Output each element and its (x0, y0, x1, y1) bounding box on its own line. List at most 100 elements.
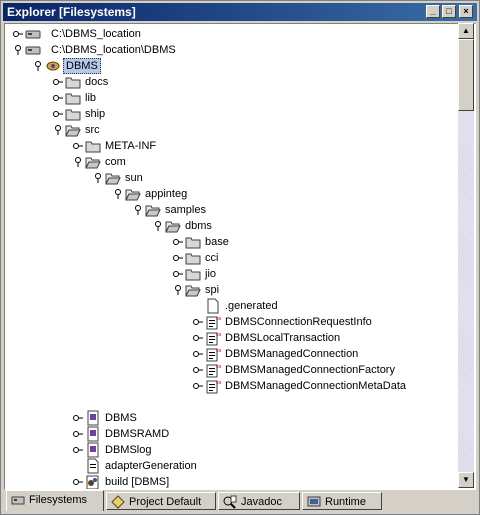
open-folder-icon (65, 125, 81, 137)
open-folder-icon (165, 221, 181, 233)
collapsed-toggle-icon[interactable] (73, 445, 83, 455)
tree-node-label: cci (205, 252, 219, 264)
tree-node-label: base (205, 236, 229, 248)
scroll-thumb[interactable] (458, 39, 474, 111)
jar-icon (87, 410, 99, 426)
svg-text:ssf: ssf (216, 332, 221, 338)
folder-icon (65, 93, 81, 105)
folder-icon (65, 109, 81, 121)
expanded-toggle-icon[interactable] (153, 221, 163, 231)
tree-node-label: adapterGeneration (105, 460, 197, 472)
title-bar[interactable]: Explorer [Filesystems] _ □ × (3, 3, 477, 21)
tree-node-label: src (85, 124, 100, 136)
collapsed-toggle-icon[interactable] (193, 349, 203, 359)
svg-text:ssf: ssf (216, 380, 221, 386)
explorer-window: Explorer [Filesystems] _ □ × C:\DBMS_loc… (0, 0, 480, 515)
text-file-icon (87, 458, 99, 474)
collapsed-toggle-icon[interactable] (53, 77, 63, 87)
filesystem-tree[interactable]: C:\DBMS_location C:\DBMS_location\DBMS DBM… (4, 23, 476, 490)
expanded-toggle-icon[interactable] (133, 205, 143, 215)
tab-project-default[interactable]: Project Default (106, 492, 216, 510)
expanded-toggle-icon[interactable] (73, 157, 83, 167)
collapsed-toggle-icon[interactable] (193, 317, 203, 327)
scroll-down-button[interactable]: ▼ (458, 472, 474, 488)
jar-icon (87, 426, 99, 442)
collapsed-toggle-icon[interactable] (13, 29, 23, 39)
expanded-toggle-icon[interactable] (33, 61, 43, 71)
open-folder-icon (145, 205, 161, 217)
folder-icon (185, 237, 201, 249)
tree-node-label: DBMSLocalTransaction (225, 332, 341, 344)
folder-icon (185, 253, 201, 265)
tree-node-label: sun (125, 172, 143, 184)
close-button[interactable]: × (459, 5, 473, 18)
tree-node-label: C:\DBMS_location (51, 28, 141, 40)
package-icon (46, 61, 60, 71)
tree-node-label: build [DBMS] (105, 476, 170, 488)
tree-node-label: dbms (185, 220, 212, 232)
collapsed-toggle-icon[interactable] (193, 333, 203, 343)
tree-node-label: ship (85, 108, 106, 120)
open-folder-icon (125, 189, 141, 201)
maximize-button[interactable]: □ (442, 5, 456, 18)
tree-node-label: DBMSManagedConnectionFactory (225, 364, 395, 376)
java-class-icon: ssf (206, 348, 221, 362)
expanded-toggle-icon[interactable] (113, 189, 123, 199)
drive-icon (25, 30, 41, 39)
open-folder-icon (105, 173, 121, 185)
java-class-icon: ssf (206, 380, 221, 394)
tree-node-label: samples (165, 204, 206, 216)
collapsed-toggle-icon[interactable] (73, 413, 83, 423)
folder-icon (65, 77, 81, 89)
tab-label: Filesystems (29, 494, 88, 506)
tab-runtime[interactable]: Runtime (302, 492, 382, 510)
tab-label: Project Default (129, 496, 202, 508)
ant-build-icon (86, 475, 99, 489)
collapsed-toggle-icon[interactable] (173, 253, 183, 263)
tab-label: Javadoc (241, 496, 282, 508)
tree-node-label: DBMSRAMD (105, 428, 170, 440)
folder-icon (85, 141, 101, 153)
tree-node-label: DBMSlog (105, 444, 152, 456)
tree-node-label: DBMSManagedConnection (225, 348, 359, 360)
collapsed-toggle-icon[interactable] (173, 237, 183, 247)
file-icon (207, 298, 219, 314)
tree-node-label: DBMSManagedConnectionMetaData (225, 380, 406, 392)
collapsed-toggle-icon[interactable] (73, 477, 83, 487)
collapsed-toggle-icon[interactable] (53, 93, 63, 103)
tree-node-label: DBMSConnectionRequestInfo (225, 316, 372, 328)
tab-filesystems[interactable]: Filesystems (6, 490, 104, 511)
java-class-icon: ssf (206, 316, 221, 330)
folder-icon (185, 269, 201, 281)
expanded-toggle-icon[interactable] (53, 125, 63, 135)
tab-label: Runtime (325, 496, 366, 508)
runtime-icon (307, 496, 321, 507)
tab-javadoc[interactable]: Javadoc (218, 492, 300, 510)
expanded-toggle-icon[interactable] (93, 173, 103, 183)
tree-node-label: docs (85, 76, 109, 88)
tree-node-label: .generated (225, 300, 278, 312)
java-class-icon: ssf (206, 332, 221, 346)
tree-node-label: appinteg (145, 188, 188, 200)
tree-node-label: spi (205, 284, 220, 296)
expanded-toggle-icon[interactable] (173, 285, 183, 295)
collapsed-toggle-icon[interactable] (73, 141, 83, 151)
jar-icon (87, 442, 99, 458)
expanded-toggle-icon[interactable] (13, 45, 23, 55)
tree-node-label: META-INF (105, 140, 157, 152)
tree-node-label: lib (85, 92, 97, 104)
collapsed-toggle-icon[interactable] (193, 381, 203, 391)
scroll-up-button[interactable]: ▲ (458, 23, 474, 39)
project-icon (111, 495, 125, 509)
tree-node-label: jio (205, 268, 217, 280)
collapsed-toggle-icon[interactable] (173, 269, 183, 279)
tree-node-label: DBMS (63, 58, 101, 74)
collapsed-toggle-icon[interactable] (193, 365, 203, 375)
collapsed-toggle-icon[interactable] (73, 429, 83, 439)
collapsed-toggle-icon[interactable] (53, 109, 63, 119)
minimize-button[interactable]: _ (426, 5, 440, 18)
vertical-scrollbar[interactable]: ▲ ▼ (458, 23, 474, 488)
javadoc-icon (223, 495, 237, 509)
explorer-tabs: Filesystems Project Default Javadoc Runt… (4, 490, 474, 512)
tree-node-label: com (105, 156, 126, 168)
